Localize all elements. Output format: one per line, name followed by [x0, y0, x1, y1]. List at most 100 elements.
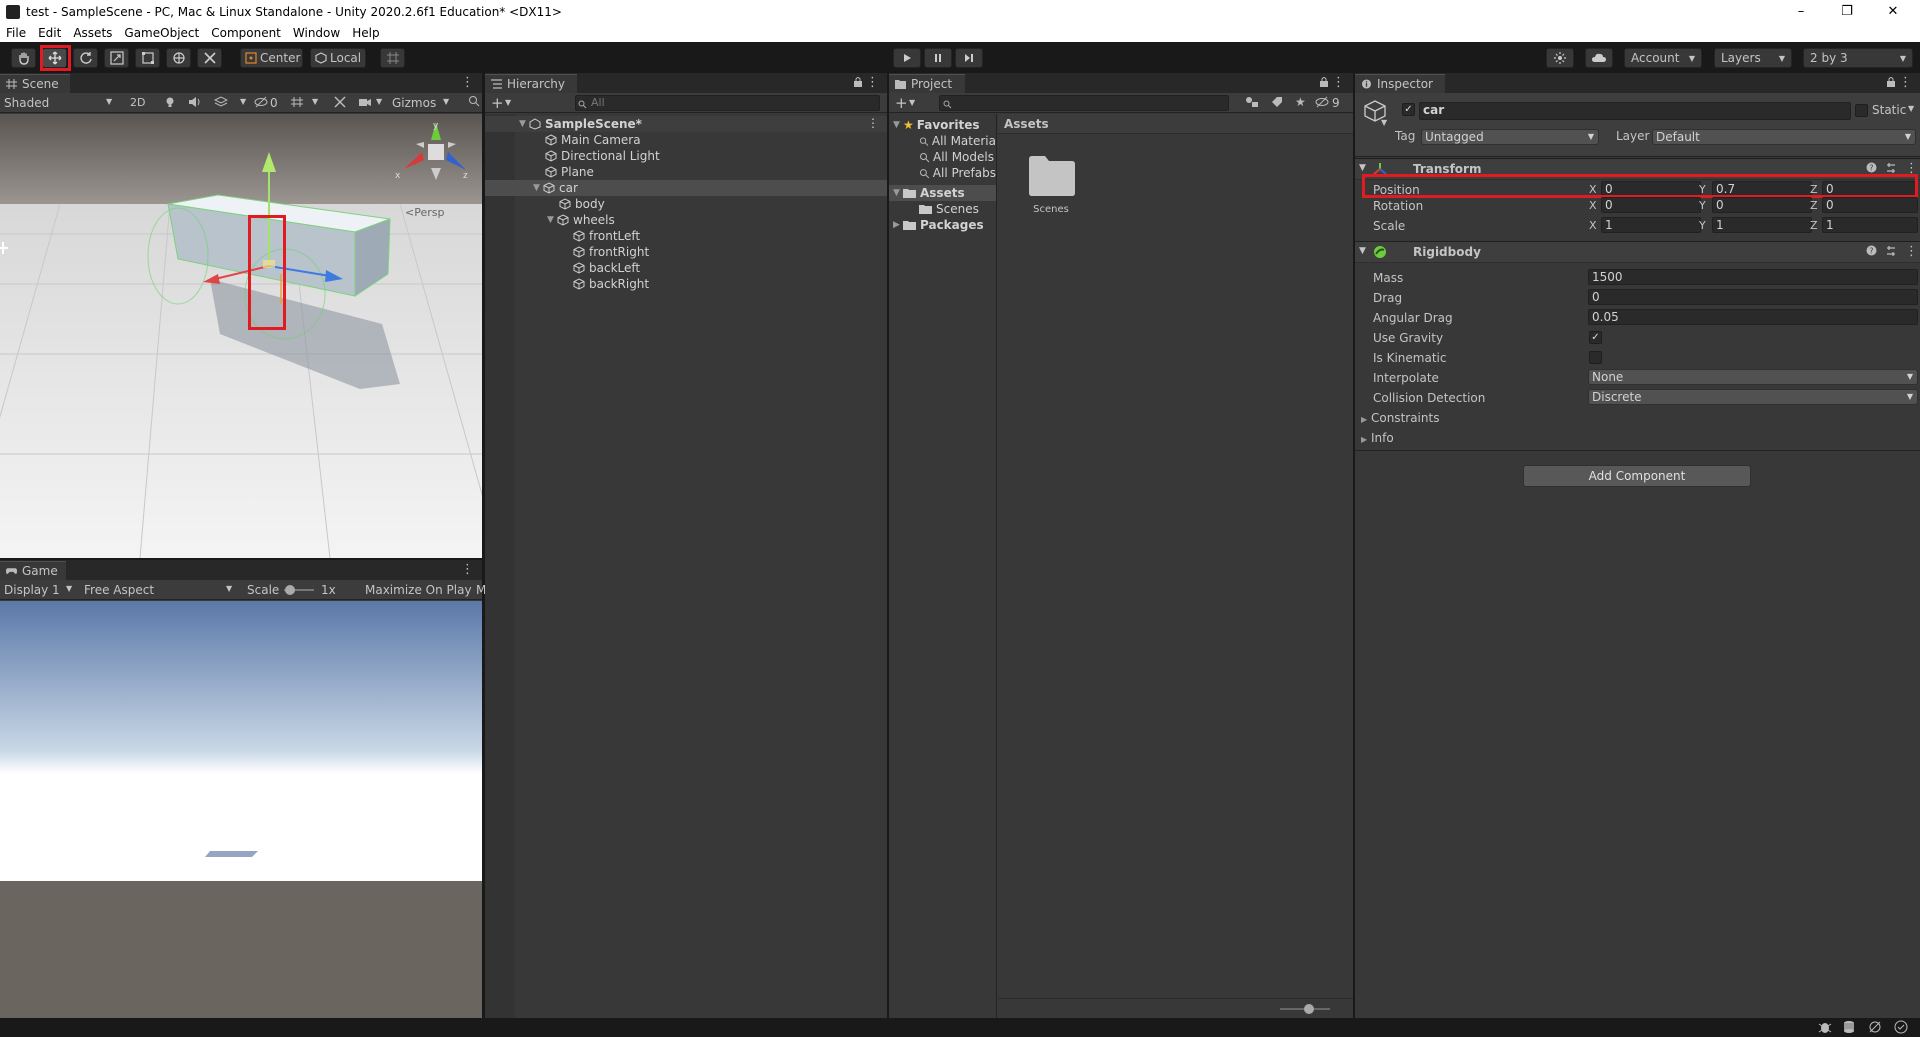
favorite-all-prefabs[interactable]: All Prefabs	[889, 165, 996, 181]
game-menu-icon[interactable]: ⋮	[461, 562, 474, 577]
use-gravity-checkbox[interactable]: ✓	[1589, 331, 1602, 344]
project-search-input[interactable]	[939, 95, 1229, 111]
search-by-label-icon[interactable]	[1271, 96, 1283, 111]
rotation-z-field[interactable]: 0	[1822, 197, 1918, 213]
presets-icon[interactable]	[1885, 245, 1897, 260]
scale-y-label[interactable]: Y	[1699, 219, 1706, 232]
favorites-header[interactable]: ▼ ★ Favorites	[889, 117, 996, 133]
rotation-z-label[interactable]: Z	[1810, 199, 1818, 212]
aspect-dropdown[interactable]: Free Aspect	[84, 583, 154, 597]
inspector-menu-icon[interactable]: ⋮	[1899, 75, 1912, 90]
hierarchy-item-car[interactable]: ▼ car	[485, 180, 887, 196]
effects-toggle-icon[interactable]	[213, 96, 229, 111]
fold-arrow-icon[interactable]: ▼	[1359, 163, 1366, 173]
bug-icon[interactable]	[1818, 1020, 1832, 1037]
scene-search-icon[interactable]	[468, 95, 480, 110]
hierarchy-item-main-camera[interactable]: Main Camera	[485, 132, 887, 148]
shading-mode-dropdown[interactable]: Shaded	[4, 96, 49, 110]
menu-help[interactable]: Help	[346, 26, 385, 40]
favorite-star-icon[interactable]: ★	[1295, 95, 1306, 109]
rotation-y-label[interactable]: Y	[1699, 199, 1706, 212]
fold-arrow-icon[interactable]: ▼	[533, 183, 543, 193]
fold-arrow-icon[interactable]: ▶	[893, 220, 903, 230]
transform-header[interactable]: ▼ Transform ? ⋮	[1355, 158, 1920, 180]
game-viewport[interactable]	[0, 601, 482, 1018]
tab-project[interactable]: Project	[889, 74, 965, 93]
pause-button[interactable]	[924, 48, 952, 68]
rigidbody-menu-icon[interactable]: ⋮	[1905, 244, 1918, 259]
tab-game[interactable]: Game	[0, 561, 66, 580]
persp-toggle[interactable]: <Persp	[405, 206, 444, 219]
2d-toggle[interactable]: 2D	[130, 96, 145, 109]
project-add-chevron-icon[interactable]: ▼	[909, 98, 915, 107]
hierarchy-item-backleft[interactable]: backLeft	[485, 260, 887, 276]
gizmos-dropdown[interactable]: Gizmos	[392, 96, 436, 110]
maximize-button[interactable]: ❐	[1824, 0, 1870, 23]
position-x-field[interactable]: 0	[1601, 181, 1701, 197]
snap-grid-button[interactable]	[380, 48, 405, 68]
scene-menu-icon[interactable]: ⋮	[461, 75, 474, 90]
presets-icon[interactable]	[1885, 162, 1897, 177]
move-tool-button[interactable]	[42, 48, 67, 68]
breadcrumb-assets[interactable]: Assets	[1004, 117, 1049, 131]
layer-dropdown[interactable]: Default ▼	[1652, 129, 1916, 145]
angular-drag-field[interactable]: 0.05	[1588, 309, 1918, 325]
layout-dropdown[interactable]: 2 by 3 ▼	[1803, 48, 1913, 68]
rotation-x-label[interactable]: X	[1589, 199, 1597, 212]
scene-row-menu-icon[interactable]: ⋮	[867, 116, 879, 130]
progress-check-icon[interactable]	[1894, 1020, 1908, 1037]
favorite-all-models[interactable]: All Models	[889, 149, 996, 165]
inspector-lock-icon[interactable]	[1886, 76, 1896, 91]
tag-dropdown[interactable]: Untagged ▼	[1421, 129, 1599, 145]
hierarchy-add-chevron-icon[interactable]: ▼	[505, 98, 511, 107]
menu-window[interactable]: Window	[287, 26, 346, 40]
scale-y-field[interactable]: 1	[1712, 217, 1812, 233]
scale-z-field[interactable]: 1	[1822, 217, 1918, 233]
grid-chevron-icon[interactable]: ▼	[312, 97, 318, 106]
rigidbody-header[interactable]: ▼ Rigidbody ? ⋮	[1355, 241, 1920, 263]
fold-arrow-icon[interactable]: ▼	[519, 119, 529, 129]
help-icon[interactable]: ?	[1866, 245, 1877, 259]
position-z-label[interactable]: Z	[1810, 183, 1818, 196]
pivot-center-toggle[interactable]: Center	[240, 48, 303, 68]
static-chevron-icon[interactable]: ▼	[1908, 104, 1914, 113]
scenes-folder-row[interactable]: Scenes	[889, 201, 996, 217]
tools-overlay-icon[interactable]	[334, 96, 346, 111]
menu-file[interactable]: File	[0, 26, 32, 40]
drag-field[interactable]: 0	[1588, 289, 1918, 305]
object-name-input[interactable]: car	[1419, 102, 1851, 120]
hierarchy-lock-icon[interactable]	[853, 76, 863, 91]
scene-root-row[interactable]: ▼ SampleScene* ⋮	[485, 116, 887, 132]
mass-field[interactable]: 1500	[1588, 269, 1918, 285]
project-hidden-icon[interactable]	[1315, 96, 1329, 111]
project-add-icon[interactable]: +	[895, 94, 908, 112]
menu-assets[interactable]: Assets	[67, 26, 118, 40]
fold-arrow-icon[interactable]: ▼	[893, 188, 903, 198]
hierarchy-item-plane[interactable]: Plane	[485, 164, 887, 180]
hierarchy-search-input[interactable]: All	[575, 95, 880, 111]
scale-x-label[interactable]: X	[1589, 219, 1597, 232]
position-y-field[interactable]: 0.7	[1712, 181, 1812, 197]
icon-chevron-icon[interactable]: ▼	[1381, 118, 1387, 127]
position-x-label[interactable]: X	[1589, 183, 1597, 196]
rect-tool-button[interactable]	[135, 48, 160, 68]
add-component-button[interactable]: Add Component	[1523, 465, 1751, 487]
static-checkbox[interactable]	[1855, 104, 1868, 117]
audio-toggle-icon[interactable]	[188, 96, 202, 111]
camera-settings-icon[interactable]	[358, 96, 372, 111]
rotation-y-field[interactable]: 0	[1712, 197, 1812, 213]
hidden-objects-icon[interactable]	[254, 96, 268, 111]
space-local-toggle[interactable]: Local	[310, 48, 366, 68]
tab-scene[interactable]: Scene	[0, 74, 70, 93]
hierarchy-add-icon[interactable]: +	[491, 94, 504, 112]
menu-gameobject[interactable]: GameObject	[118, 26, 205, 40]
scene-grid-toggle-icon[interactable]	[290, 96, 304, 111]
transform-tool-button[interactable]	[166, 48, 191, 68]
step-button[interactable]	[955, 48, 983, 68]
hierarchy-item-body[interactable]: body	[485, 196, 887, 212]
layers-dropdown[interactable]: Layers ▼	[1714, 48, 1792, 68]
info-foldout[interactable]: ▶ Info	[1361, 431, 1394, 445]
is-kinematic-checkbox[interactable]	[1589, 351, 1602, 364]
packages-folder-row[interactable]: ▶ Packages	[889, 217, 996, 233]
interpolate-dropdown[interactable]: None ▼	[1588, 369, 1918, 385]
